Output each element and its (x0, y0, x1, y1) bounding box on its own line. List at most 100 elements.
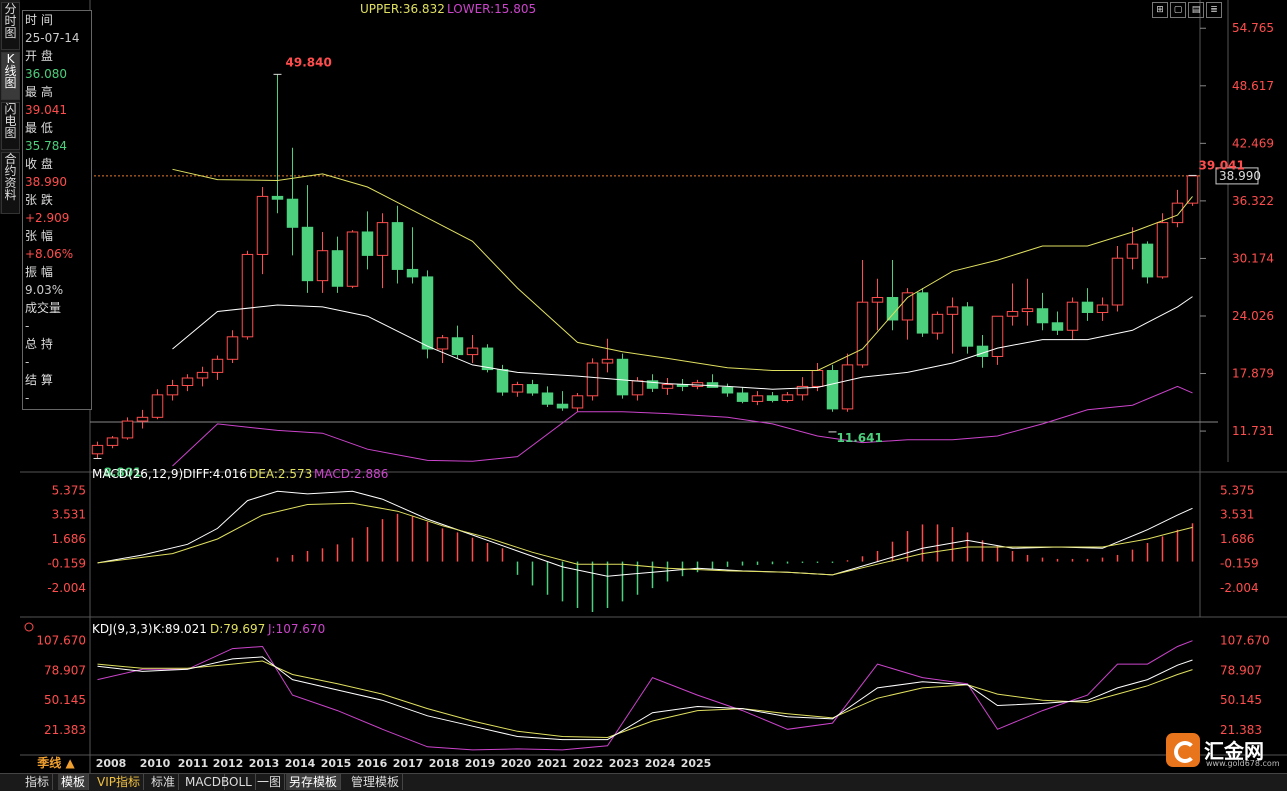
candle[interactable] (271, 195, 284, 200)
x-tick-label: 2021 (537, 757, 568, 770)
candle[interactable] (1006, 311, 1019, 317)
bottom-tab[interactable]: 标准 (148, 774, 180, 790)
kdj-y-tick-left: 107.670 (36, 634, 86, 648)
info-label: 最 高 (25, 85, 53, 99)
candle[interactable] (856, 301, 869, 366)
x-tick-label: 2016 (357, 757, 388, 770)
candle[interactable] (946, 306, 959, 315)
candle[interactable] (1096, 304, 1109, 313)
candle[interactable] (211, 358, 224, 373)
candle[interactable] (916, 292, 929, 334)
x-tick-label: 2024 (645, 757, 676, 770)
candle[interactable] (421, 276, 434, 350)
candle[interactable] (931, 313, 944, 334)
macd-legend: MACD(26,12,9) (92, 467, 183, 481)
candle[interactable] (1081, 301, 1094, 313)
candle[interactable] (406, 268, 419, 278)
candle[interactable] (991, 315, 1004, 357)
candle[interactable] (391, 222, 404, 270)
candle[interactable] (841, 364, 854, 410)
candle[interactable] (871, 297, 884, 303)
kdj-settings-icon[interactable] (24, 622, 34, 632)
save-icon[interactable]: ▤ (1188, 2, 1204, 18)
bottom-tab[interactable]: VIP指标 (94, 774, 144, 790)
candle[interactable] (451, 337, 464, 356)
kdj-panel[interactable]: KDJ(9,3,3) K:89.021 D:79.697 J:107.670 107.6… (24, 622, 1270, 751)
bottom-tab[interactable]: 另存模板 (286, 774, 342, 790)
bottom-tab[interactable]: 一图 (254, 774, 286, 790)
bottom-tab[interactable]: 管理模板 (348, 774, 404, 790)
candle[interactable] (781, 394, 794, 401)
x-axis: 2008 2010 2011 2012 2013 2014 2015 2016 2017 2018… (96, 757, 712, 770)
y-tick-label: 30.174 (1232, 251, 1274, 265)
candle[interactable] (376, 222, 389, 256)
candle[interactable] (961, 306, 974, 347)
candle[interactable] (241, 253, 254, 338)
info-value: +2.909 (25, 211, 70, 225)
candle[interactable] (106, 437, 119, 446)
grid-icon[interactable]: ⊞ (1152, 2, 1168, 18)
period-selector[interactable]: 季线 ▲ (22, 755, 90, 772)
bottom-tab[interactable]: 模板 (58, 774, 90, 790)
macd-diff-line (97, 490, 1193, 577)
candle[interactable] (601, 358, 614, 364)
candle[interactable] (556, 403, 569, 409)
info-label: 结 算 (25, 373, 53, 387)
candle[interactable] (226, 336, 239, 360)
macd-y-tick-right: 5.375 (1220, 483, 1254, 497)
candle[interactable] (751, 395, 764, 402)
y-tick-label: 11.731 (1232, 424, 1274, 438)
candle[interactable] (1126, 243, 1139, 259)
candle[interactable] (91, 444, 104, 455)
candle[interactable] (136, 416, 149, 422)
candle[interactable] (766, 395, 779, 401)
candle[interactable] (721, 386, 734, 394)
candle[interactable] (586, 362, 599, 397)
candle[interactable] (1111, 257, 1124, 306)
candle[interactable] (571, 395, 584, 409)
candle[interactable] (811, 370, 824, 387)
candle[interactable] (826, 370, 839, 410)
candle[interactable] (1141, 243, 1154, 278)
candle[interactable] (436, 337, 449, 350)
x-tick-label: 2018 (429, 757, 460, 770)
candle[interactable] (181, 377, 194, 386)
candle[interactable] (541, 392, 554, 405)
candle[interactable] (331, 250, 344, 287)
x-tick-label: 2015 (321, 757, 352, 770)
candle[interactable] (196, 371, 209, 379)
y-tick-label: 48.617 (1232, 79, 1274, 93)
candle[interactable] (661, 384, 674, 389)
candle[interactable] (1036, 308, 1049, 324)
candle[interactable] (466, 347, 479, 356)
list-icon[interactable]: ≣ (1206, 2, 1222, 18)
candle[interactable] (316, 250, 329, 282)
candle[interactable] (121, 420, 134, 439)
bottom-tab[interactable]: BOLL (218, 774, 256, 790)
candle[interactable] (286, 198, 299, 228)
candle[interactable] (1186, 175, 1199, 204)
bottom-tab[interactable]: 指标 (22, 774, 54, 790)
candle[interactable] (496, 369, 509, 393)
candle[interactable] (1171, 202, 1184, 224)
candle[interactable] (886, 297, 899, 321)
macd-panel[interactable]: MACD(26,12,9) DIFF:4.016 DEA:2.573 MACD:2.8… (47, 467, 1259, 612)
box-icon[interactable]: ▢ (1170, 2, 1186, 18)
candle[interactable] (1051, 322, 1064, 331)
candle[interactable] (256, 195, 269, 255)
candle[interactable] (1156, 222, 1169, 278)
candle[interactable] (1066, 301, 1079, 331)
candle[interactable] (361, 231, 374, 256)
candle[interactable] (301, 226, 314, 282)
candle[interactable] (151, 394, 164, 418)
candle[interactable] (166, 384, 179, 396)
candle[interactable] (631, 380, 644, 396)
candle[interactable] (736, 392, 749, 402)
candle[interactable] (901, 292, 914, 321)
candle[interactable] (1021, 308, 1034, 313)
main-panel[interactable]: 54.765 48.617 42.469 36.322 30.174 24.026 17.8… (90, 2, 1274, 480)
candle[interactable] (511, 384, 524, 393)
candle[interactable] (616, 358, 629, 396)
candle[interactable] (346, 231, 359, 287)
candle[interactable] (526, 384, 539, 394)
